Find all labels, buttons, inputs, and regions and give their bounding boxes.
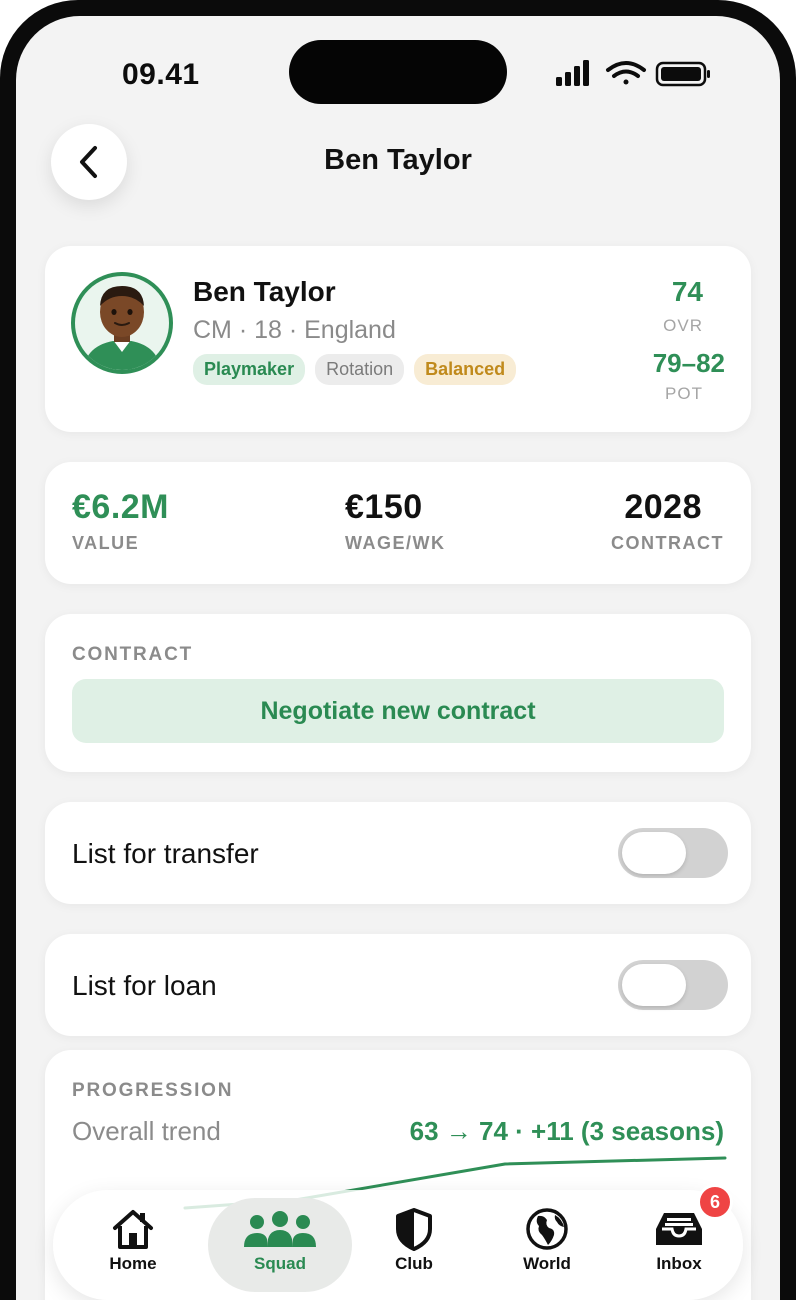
status-time: 09.41 <box>122 58 200 91</box>
inbox-icon <box>656 1213 702 1245</box>
overall-trend-value: 63 → 74 · +11 (3 seasons) <box>409 1116 724 1146</box>
page-title: Ben Taylor <box>324 144 472 176</box>
stat-wage-label: WAGE/WK <box>345 533 446 553</box>
list-for-transfer-row: List for transfer <box>45 802 751 904</box>
dynamic-island <box>289 40 507 104</box>
ovr-label: OVR <box>663 316 703 335</box>
tab-inbox[interactable]: Inbox 6 <box>607 1184 751 1292</box>
toggle-knob <box>622 832 686 874</box>
stat-value-label: VALUE <box>72 533 140 553</box>
inbox-badge: 6 <box>697 1184 733 1220</box>
list-for-transfer-label: List for transfer <box>72 838 259 869</box>
tab-inbox-label: Inbox <box>656 1254 702 1273</box>
shield-icon <box>396 1208 432 1251</box>
wifi-icon <box>606 61 646 85</box>
pot-label: POT <box>665 384 703 403</box>
overall-trend-label: Overall trend <box>72 1116 221 1146</box>
player-name: Ben Taylor <box>193 276 336 307</box>
tab-club[interactable]: Club <box>342 1198 486 1292</box>
tag-playmaker: Playmaker <box>193 354 306 385</box>
tab-club-label: Club <box>395 1254 433 1273</box>
negotiate-contract-button[interactable]: Negotiate new contract <box>72 679 724 743</box>
tab-bar: Home Squad Club World Inbox 6 <box>53 1184 743 1300</box>
screen: 09.41 Ben Taylor Ben Taylor CM · 18 · En… <box>16 16 780 1300</box>
tab-home[interactable]: Home <box>61 1198 205 1292</box>
avatar <box>71 272 173 374</box>
signal-icon <box>556 60 589 86</box>
stat-value-amount: €6.2M <box>72 488 169 526</box>
tag-balanced: Balanced <box>414 354 517 385</box>
contract-card: CONTRACT Negotiate new contract <box>45 614 751 772</box>
stat-contract-year: 2028 <box>624 488 702 526</box>
stat-contract: 2028 CONTRACT <box>611 488 724 554</box>
player-meta: CM · 18 · England <box>193 316 396 344</box>
stat-contract-label: CONTRACT <box>611 533 724 553</box>
tab-world[interactable]: World <box>475 1198 619 1292</box>
tab-home-label: Home <box>109 1254 157 1273</box>
player-tags: Playmaker Rotation Balanced <box>193 354 517 385</box>
list-for-loan-label: List for loan <box>72 970 217 1001</box>
list-for-transfer-toggle[interactable] <box>618 828 728 878</box>
tag-rotation: Rotation <box>315 354 405 385</box>
contract-section-label: CONTRACT <box>72 644 193 665</box>
tab-squad[interactable]: Squad <box>208 1198 352 1292</box>
stat-wage: €150 WAGE/WK <box>345 488 446 554</box>
progression-section-label: PROGRESSION <box>72 1080 234 1101</box>
phone-frame: 09.41 Ben Taylor Ben Taylor CM · 18 · En… <box>0 0 796 1300</box>
player-stats-card: €6.2M VALUE €150 WAGE/WK 2028 CONTRACT <box>45 462 751 584</box>
status-icons <box>556 58 712 88</box>
list-for-loan-toggle[interactable] <box>618 960 728 1010</box>
pot-value: 79–82 <box>652 348 725 378</box>
tab-world-label: World <box>523 1254 571 1273</box>
ovr-value: 74 <box>671 276 703 307</box>
stat-value: €6.2M VALUE <box>72 488 169 554</box>
toggle-knob <box>622 964 686 1006</box>
people-icon <box>244 1211 316 1247</box>
stat-wage-amount: €150 <box>345 488 423 526</box>
globe-icon <box>526 1208 568 1250</box>
battery-icon <box>655 61 710 87</box>
player-profile-card: Ben Taylor CM · 18 · England Playmaker R… <box>45 246 751 432</box>
tab-squad-label: Squad <box>254 1254 306 1273</box>
list-for-loan-row: List for loan <box>45 934 751 1036</box>
home-icon <box>113 1210 153 1249</box>
